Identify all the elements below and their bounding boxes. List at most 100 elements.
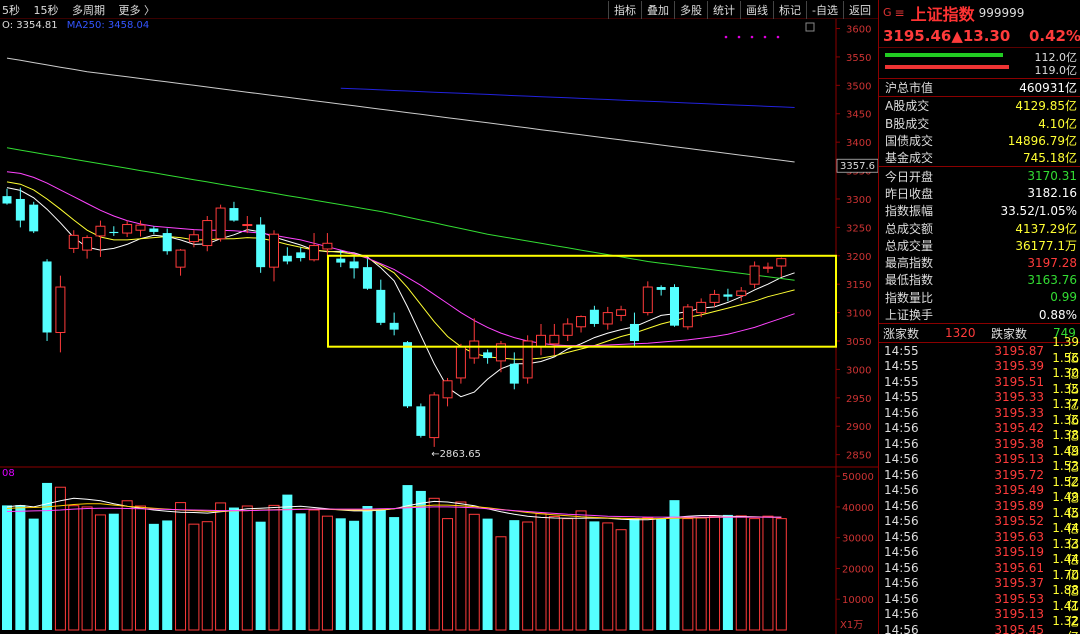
volume-bar [695, 517, 707, 631]
tick-price: 3195.13 [994, 607, 1044, 622]
breadth-bars: 112.0亿 119.0亿 [879, 47, 1080, 78]
volume-bar [482, 518, 493, 630]
turnover-label: A股成交 [885, 99, 930, 114]
candle-body [29, 204, 39, 232]
statistics-button[interactable]: 统计 [707, 1, 740, 19]
group-icon[interactable]: G [883, 6, 892, 19]
volume-bar [709, 515, 721, 631]
volume-bar [669, 500, 680, 630]
volume-bar [28, 518, 39, 630]
volume-bar [535, 513, 547, 631]
volume-bar [749, 518, 761, 631]
tick-price: 3195.63 [994, 529, 1044, 544]
index-stat-value: 3197.28 [1027, 255, 1077, 270]
tick-time: 14:56 [884, 467, 919, 482]
overlay-button[interactable]: 叠加 [641, 1, 674, 19]
index-stat-label: 指数量比 [885, 290, 934, 305]
turnover-section: A股成交 4129.85亿 B股成交 4.10亿 国债成交 14896.79亿 基金成交 74… [879, 96, 1080, 166]
candle-body [202, 220, 213, 247]
volume-bar [162, 520, 173, 630]
index-stat-value: 0.99 [1050, 290, 1077, 305]
volume-bar [495, 536, 507, 631]
volume-bar [215, 502, 227, 631]
volume-tick-label: 50000 [842, 472, 874, 483]
turnover-value: 4129.85亿 [1015, 99, 1077, 114]
tab-multi-period[interactable]: 多周期 [72, 4, 105, 17]
menu-icon[interactable]: ≡ [895, 6, 905, 20]
candle-body [589, 309, 599, 324]
candle-body [229, 208, 239, 221]
volume-bar [762, 515, 774, 631]
draw-line-button[interactable]: 画线 [740, 1, 773, 19]
turnover-row: 基金成交 745.18亿 [879, 149, 1080, 166]
indicator-button[interactable]: 指标 [608, 1, 641, 19]
legend-dot [750, 35, 754, 39]
volume-bar [722, 514, 733, 630]
candle-body [362, 267, 372, 289]
candle-body [549, 334, 560, 345]
legend-dot [724, 35, 728, 39]
volume-bar [321, 515, 333, 631]
tab-more[interactable]: 更多 〉 [119, 4, 156, 17]
volume-bar [642, 517, 654, 631]
candle-body [709, 293, 720, 303]
candle-body [122, 224, 133, 234]
last-price: 3195.46 [883, 27, 952, 45]
tick-price: 3195.49 [994, 483, 1044, 498]
advance-count: 1320 [945, 326, 976, 341]
kline-chart[interactable]: 2850 2900 2950 3000 3050 3100 3150 3200 3250 3300… [0, 0, 878, 634]
remove-watchlist-button[interactable]: -自选 [806, 1, 843, 19]
candle-body [696, 301, 707, 314]
index-stat-row: 最高指数 3197.28 [879, 254, 1080, 271]
tick-list[interactable]: 14:55 3195.87 1.39亿 14:55 3195.39 1.56亿 14:55 3… [879, 335, 1080, 634]
tab-15s[interactable]: 15秒 [34, 4, 59, 17]
index-stat-row: 最低指数 3163.76 [879, 271, 1080, 288]
tick-time: 14:56 [884, 421, 919, 436]
volume-bar [335, 518, 346, 630]
tick-amount: 1.32亿 [1052, 614, 1079, 634]
tab-5s[interactable]: 5秒 [2, 4, 20, 17]
volume-bar [548, 515, 560, 631]
volume-bar [656, 518, 667, 630]
volume-bar [175, 502, 187, 631]
index-stat-value: 0.88% [1038, 307, 1077, 322]
turnover-label: 国债成交 [885, 134, 934, 149]
volume-bar [682, 518, 694, 631]
price-tick-label: 3150 [846, 280, 871, 291]
tick-time: 14:56 [884, 622, 919, 634]
volume-bar [415, 490, 426, 630]
candle-body [188, 234, 199, 243]
tick-time: 14:56 [884, 498, 919, 513]
ma-value: O: 3354.81 [2, 20, 58, 31]
volume-bar [602, 522, 614, 631]
volume-bar [54, 486, 66, 631]
chart-toolbar: 5秒 15秒 多周期 更多 〉 指标 叠加 多股 统计 画线 标记 -自选 返回 [0, 0, 878, 19]
legend-dot [776, 35, 780, 39]
back-button[interactable]: 返回 [843, 1, 876, 19]
index-stat-label: 上证换手 [885, 308, 934, 322]
volume-bar [15, 505, 26, 630]
volume-bar [188, 523, 200, 631]
volume-bar [241, 505, 253, 631]
multi-stock-button[interactable]: 多股 [674, 1, 707, 19]
tick-time: 14:56 [884, 436, 919, 451]
tick-time: 14:55 [884, 359, 919, 374]
index-stat-label: 昨日收盘 [885, 186, 934, 201]
quote-header: G ≡ 上证指数 999999 [879, 0, 1080, 25]
candle-body [296, 252, 306, 259]
price-tick-label: 3400 [846, 138, 871, 149]
volume-tick-label: 20000 [842, 564, 874, 575]
ma-line [340, 87, 795, 108]
candle-body [336, 258, 346, 263]
legend-dot [737, 35, 741, 39]
volume-bar [201, 521, 213, 631]
candle-body [68, 234, 79, 249]
volume-bar [362, 506, 373, 630]
tick-price: 3195.38 [994, 436, 1044, 451]
volume-bar [575, 510, 587, 631]
candle-body [762, 266, 773, 269]
candle-body [616, 309, 627, 316]
kline-chart-svg[interactable]: 2850 2900 2950 3000 3050 3100 3150 3200 3250 3300… [0, 0, 878, 634]
volume-bar [68, 505, 80, 631]
mark-button[interactable]: 标记 [773, 1, 806, 19]
